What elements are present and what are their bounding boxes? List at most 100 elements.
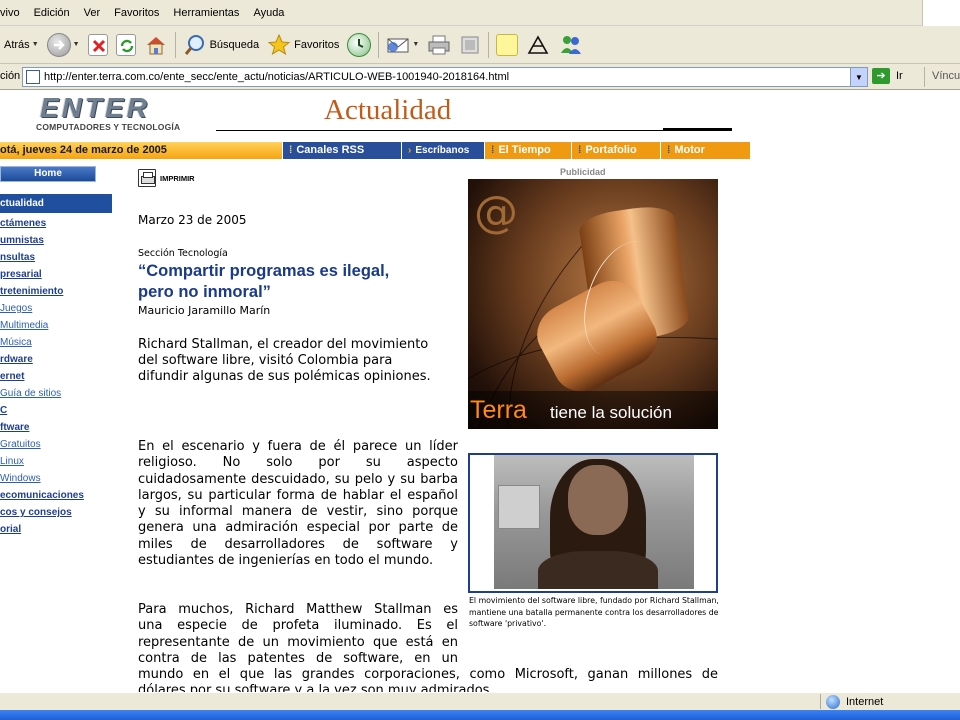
photo-monitor-shape (498, 485, 540, 529)
toolbar-separator (174, 31, 176, 58)
sidebar-link[interactable]: umnistas (0, 235, 44, 246)
search-button[interactable]: Búsqueda (179, 30, 264, 60)
favorites-button-label: Favoritos (294, 38, 340, 51)
sidebar-link[interactable]: orial (0, 524, 21, 535)
status-divider (820, 694, 821, 709)
article-author: Mauricio Jaramillo Marín (138, 304, 271, 317)
sidebar-link[interactable]: cos y consejos (0, 507, 72, 518)
refresh-icon (115, 33, 136, 56)
paragraph-line: dólares por su software y a la vez son m… (138, 683, 490, 692)
article-lead: Richard Stallman, el creador del movimie… (138, 337, 460, 385)
menu-ver[interactable]: Ver (77, 3, 108, 23)
photo-face-shape (568, 465, 628, 535)
history-button[interactable] (343, 30, 375, 60)
stallman-photo[interactable] (494, 455, 694, 589)
nav-label: Motor (674, 144, 705, 156)
menu-archivo[interactable]: vivo (0, 3, 27, 23)
sidebar-link[interactable]: Gratuitos (0, 439, 41, 450)
sidebar-link[interactable]: Juegos (0, 303, 32, 314)
links-toolbar-label[interactable]: Víncul (932, 70, 960, 82)
enter-logo[interactable]: ENTER COMPUTADORES Y TECNOLOGÍA (36, 92, 196, 134)
nav-el-tiempo[interactable]: ⁞ El Tiempo (484, 142, 571, 159)
terra-ad-banner[interactable]: @ Terra tiene la solución (468, 179, 718, 429)
sidebar-link[interactable]: ernet (0, 371, 24, 382)
top-nav: ⁞ Canales RSS › Escríbanos ⁞ El Tiempo ⁞ Por… (282, 142, 750, 159)
lead-line: Richard Stallman, el creador del movimie… (138, 337, 429, 352)
photo-caption: El movimiento del software libre, fundad… (469, 596, 719, 628)
print-label: IMPRIMIR (160, 173, 195, 183)
back-button-label: Atrás (4, 38, 30, 51)
paragraph-line: mundo en el que las grandes corporacione… (138, 667, 718, 683)
edit-page-icon (459, 34, 481, 56)
menu-herramientas[interactable]: Herramientas (166, 3, 246, 23)
sidebar-link[interactable]: Multimedia (0, 320, 48, 331)
photo-body-shape (538, 551, 658, 589)
refresh-button[interactable] (112, 30, 140, 60)
nav-motor[interactable]: ⁞ Motor (660, 142, 750, 159)
menu-favoritos[interactable]: Favoritos (107, 3, 166, 23)
nav-portafolio[interactable]: ⁞ Portafolio (571, 142, 660, 159)
home-toolbar-button[interactable] (140, 30, 172, 60)
nav-canales-rss[interactable]: ⁞ Canales RSS (282, 142, 401, 159)
back-dropdown-icon[interactable]: ▼ (32, 41, 39, 48)
forward-button[interactable]: ▼ (43, 30, 84, 60)
forward-arrow-icon (46, 32, 71, 57)
address-input[interactable]: http://enter.terra.com.co/ente_secc/ente… (22, 67, 868, 87)
lead-line: difundir algunas de sus polémicas opinio… (138, 369, 431, 384)
nav-chevron-icon: › (408, 145, 412, 156)
sidebar-link[interactable]: C (0, 405, 7, 416)
sidebar-link[interactable]: Windows (0, 473, 41, 484)
go-arrow-icon: ➔ (872, 68, 890, 84)
paragraph-line: representante de un movimiento que está … (138, 634, 458, 650)
article-photo-frame (468, 453, 718, 593)
article-section: Sección Tecnología (138, 248, 228, 259)
zone-label: Internet (846, 696, 884, 708)
toolbar-separator (378, 31, 380, 58)
discuss-button[interactable] (492, 30, 522, 60)
nav-escribanos[interactable]: › Escríbanos (401, 142, 484, 159)
sidebar-link[interactable]: tretenimiento (0, 286, 63, 297)
menu-edicion[interactable]: Edición (27, 3, 77, 23)
address-dropdown-icon[interactable]: ▼ (850, 68, 867, 86)
messenger-button[interactable] (554, 30, 588, 60)
sidebar-link[interactable]: nsultas (0, 252, 35, 263)
page-content: ENTER COMPUTADORES Y TECNOLOGÍA Actualid… (0, 90, 960, 692)
sidebar-link[interactable]: Guía de sitios (0, 388, 61, 399)
back-button[interactable]: Atrás ▼ (0, 30, 43, 60)
sidebar-item-actualidad[interactable]: ctualidad (0, 194, 112, 213)
print-toolbar-button[interactable] (423, 30, 455, 60)
stop-button[interactable] (84, 30, 112, 60)
content-right-edge (750, 90, 960, 692)
section-title: Actualidad (324, 94, 452, 126)
ad-tagline: tiene la solución (550, 403, 672, 422)
printer-icon (427, 34, 451, 56)
sidebar-link[interactable]: presarial (0, 269, 42, 280)
nav-bullet-icon: ⁞ (491, 145, 495, 156)
go-button[interactable]: ➔ Ir (872, 68, 903, 84)
mail-dropdown-icon[interactable]: ▼ (412, 41, 419, 48)
sidebar-link[interactable]: rdware (0, 354, 33, 365)
sidebar-link[interactable]: ecomunicaciones (0, 490, 84, 501)
sidebar-link[interactable]: ftware (0, 422, 29, 433)
address-label: ción (0, 70, 21, 82)
print-link[interactable]: IMPRIMIR (138, 169, 195, 187)
edit-button[interactable] (455, 30, 485, 60)
sidebar-home-button[interactable]: Home (0, 166, 96, 182)
mail-button[interactable]: ▼ (382, 30, 423, 60)
research-button[interactable] (522, 30, 554, 60)
status-bar: Internet (0, 692, 960, 710)
favorites-star-icon (267, 33, 291, 57)
ad-brand: Terra (470, 396, 527, 424)
nav-label: Escríbanos (415, 145, 470, 156)
menu-ayuda[interactable]: Ayuda (246, 3, 291, 23)
printer-icon (138, 169, 156, 187)
note-icon (496, 33, 519, 56)
security-zone[interactable]: Internet (826, 694, 883, 710)
forward-dropdown-icon[interactable]: ▼ (73, 41, 80, 48)
sidebar-link[interactable]: Linux (0, 456, 24, 467)
stop-icon (87, 33, 108, 56)
sidebar-link[interactable]: Música (0, 337, 32, 348)
sidebar-link[interactable]: ctámenes (0, 218, 46, 229)
menu-bar: vivo Edición Ver Favoritos Herramientas … (0, 0, 960, 26)
favorites-button[interactable]: Favoritos (263, 30, 343, 60)
